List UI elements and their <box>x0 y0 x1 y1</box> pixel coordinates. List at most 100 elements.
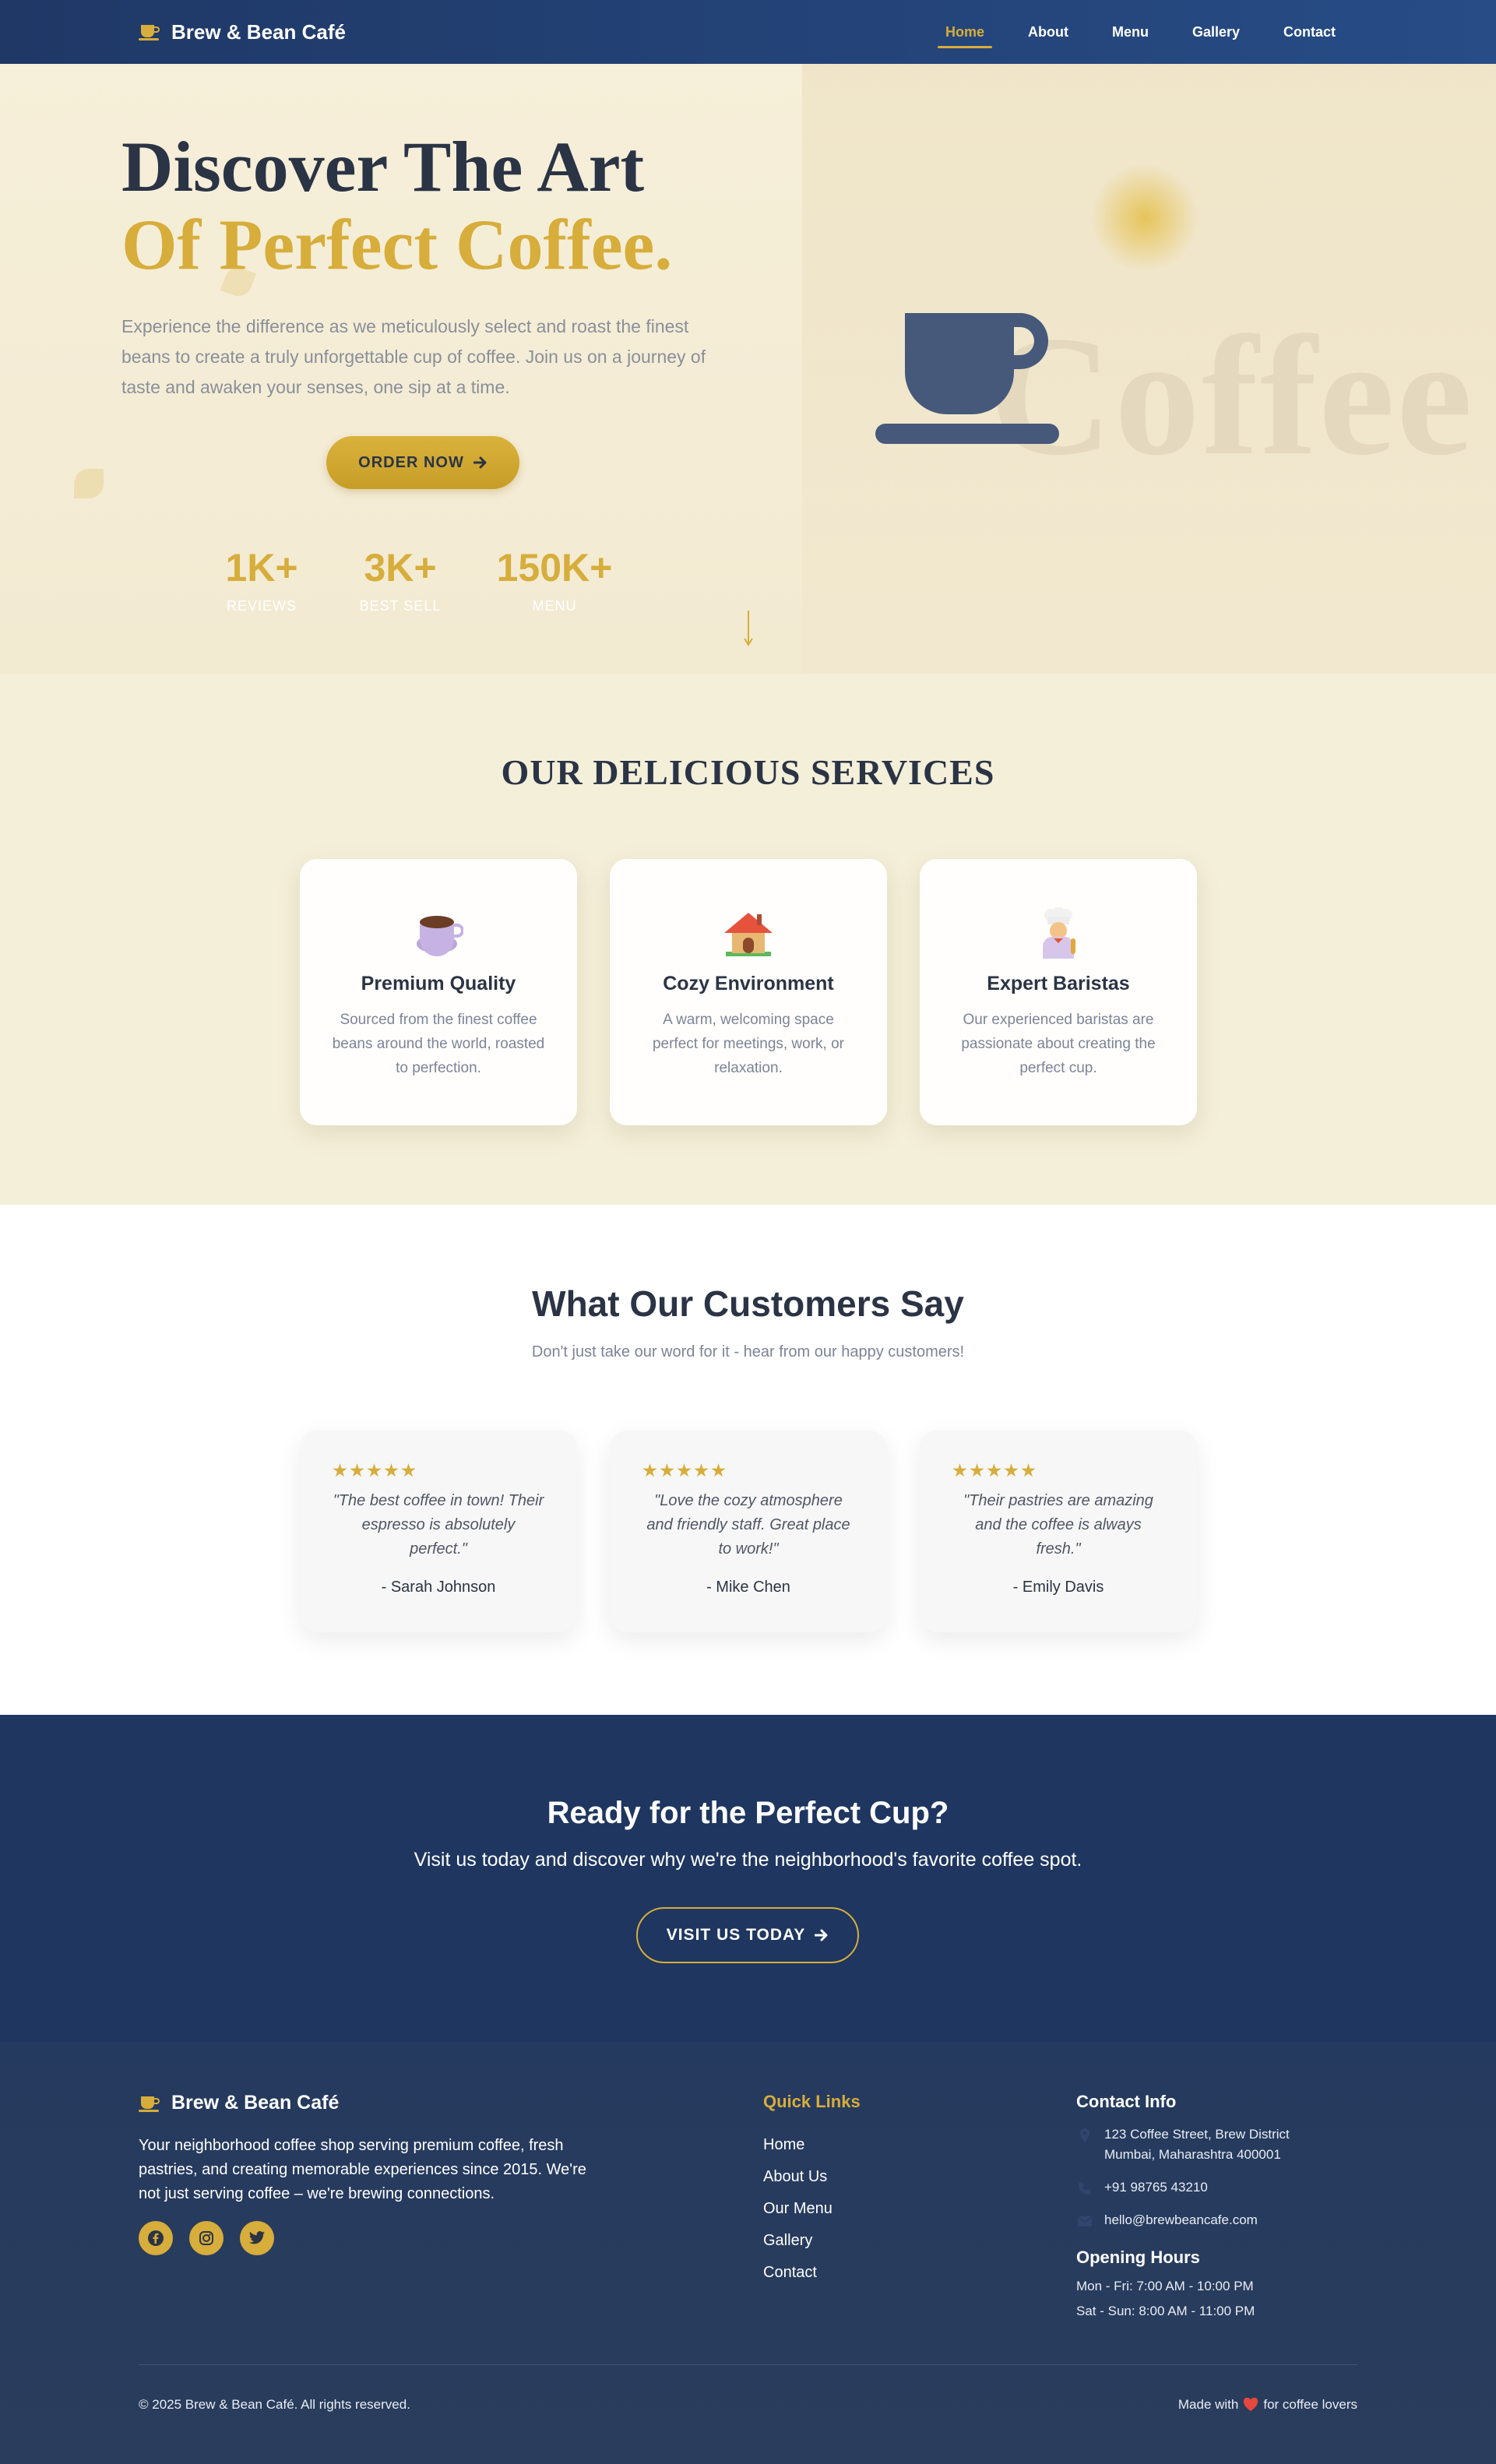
nav-link-gallery[interactable]: Gallery <box>1170 0 1262 64</box>
copyright-text: © 2025 Brew & Bean Café. All rights rese… <box>139 2397 410 2412</box>
heart-icon <box>1244 2398 1258 2411</box>
made-with-prefix: Made with <box>1177 2397 1239 2412</box>
service-card: Cozy Environment A warm, welcoming space… <box>610 859 887 1125</box>
service-title: Premium Quality <box>361 973 516 994</box>
visit-us-label: VISIT US TODAY <box>666 1926 806 1944</box>
hero-section: Coffee Discover The Art Of Perfect Coffe… <box>0 64 1496 674</box>
stat-label: REVIEWS <box>226 598 297 614</box>
brand-logo[interactable]: Brew & Bean Café <box>139 20 346 44</box>
nav-link-about[interactable]: About <box>1006 0 1090 64</box>
house-icon <box>724 913 773 956</box>
contact-info-column: Contact Info 123 Coffee Street, Brew Dis… <box>1076 2092 1372 2324</box>
footer-link-contact[interactable]: Contact <box>763 2257 861 2289</box>
phone-item[interactable]: +91 98765 43210 <box>1076 2177 1372 2198</box>
star-icon <box>1021 1463 1036 1477</box>
star-rating <box>642 1463 854 1478</box>
stat-label: MENU <box>532 598 577 614</box>
hero-stats: 1K+ REVIEWS 3K+ BEST SELL 150K+ MENU <box>192 545 640 614</box>
stat-label: BEST SELL <box>359 598 442 614</box>
stat-value: 3K+ <box>364 546 437 590</box>
testimonial-quote: "Love the cozy atmosphere and friendly s… <box>646 1492 850 1558</box>
footer-link-gallery[interactable]: Gallery <box>763 2225 861 2257</box>
coffee-cup-icon <box>139 2096 160 2112</box>
star-icon <box>333 1463 347 1477</box>
stat-value: 150K+ <box>496 546 613 590</box>
address-item: 123 Coffee Street, Brew District Mumbai, … <box>1076 2124 1372 2165</box>
service-title: Expert Baristas <box>987 973 1130 994</box>
footer-divider <box>139 2364 1357 2365</box>
top-navbar: Brew & Bean Café Home About Menu Gallery… <box>0 0 1496 64</box>
testimonial-card: "Love the cozy atmosphere and friendly s… <box>610 1431 887 1632</box>
testimonial-author: - Sarah Johnson <box>381 1579 496 1596</box>
star-icon <box>642 1463 657 1477</box>
stat-menu: 150K+ MENU <box>469 545 640 614</box>
star-icon <box>987 1463 1001 1477</box>
star-icon <box>677 1463 692 1477</box>
phone-text: +91 98765 43210 <box>1104 2180 1208 2195</box>
facebook-button[interactable] <box>139 2221 173 2255</box>
testimonial-author: - Mike Chen <box>706 1579 790 1596</box>
social-links <box>139 2221 274 2255</box>
star-icon <box>660 1463 674 1477</box>
star-icon <box>401 1463 416 1477</box>
site-footer: Brew & Bean Café Your neighborhood coffe… <box>0 2042 1496 2464</box>
footer-link-about[interactable]: About Us <box>763 2161 861 2193</box>
star-icon <box>694 1463 709 1477</box>
hero-title: Discover The Art Of Perfect Coffee. <box>121 128 672 283</box>
star-rating <box>952 1463 1164 1478</box>
phone-icon <box>1079 2182 1091 2195</box>
address-line2: Mumbai, Maharashtra 400001 <box>1104 2147 1281 2162</box>
service-card: Expert Baristas Our experienced baristas… <box>920 859 1197 1125</box>
services-title: OUR DELICIOUS SERVICES <box>501 752 995 792</box>
testimonial-card: "Their pastries are amazing and the coff… <box>920 1431 1197 1632</box>
cta-text: Visit us today and discover why we're th… <box>414 1849 1082 1871</box>
service-title: Cozy Environment <box>663 973 834 994</box>
instagram-icon <box>199 2231 213 2245</box>
location-pin-icon <box>1080 2128 1089 2142</box>
testimonials-subtitle: Don't just take our word for it - hear f… <box>531 1343 965 1360</box>
star-icon <box>970 1463 984 1477</box>
arrow-right-icon <box>815 1929 828 1941</box>
hours-weekends: Sat - Sun: 8:00 AM - 11:00 PM <box>1076 2304 1255 2318</box>
cta-title: Ready for the Perfect Cup? <box>547 1796 949 1830</box>
footer-brand[interactable]: Brew & Bean Café <box>139 2092 339 2114</box>
envelope-icon <box>1077 2216 1093 2226</box>
chef-icon <box>1043 907 1075 959</box>
star-icon <box>384 1463 399 1477</box>
services-section: OUR DELICIOUS SERVICES Premium Quality S… <box>0 674 1496 1205</box>
stat-best-sell: 3K+ BEST SELL <box>332 545 469 614</box>
twitter-button[interactable] <box>240 2221 274 2255</box>
footer-link-home[interactable]: Home <box>763 2129 861 2161</box>
hours-weekdays: Mon - Fri: 7:00 AM - 10:00 PM <box>1076 2279 1254 2293</box>
service-text: Sourced from the finest coffee beans aro… <box>332 1012 545 1076</box>
hero-title-line2: Of Perfect Coffee. <box>121 205 673 284</box>
order-now-label: ORDER NOW <box>358 453 464 471</box>
star-icon <box>367 1463 382 1477</box>
instagram-button[interactable] <box>189 2221 224 2255</box>
services-cards: Premium Quality Sourced from the finest … <box>300 859 1197 1125</box>
nav-link-contact[interactable]: Contact <box>1262 0 1357 64</box>
nav-link-home[interactable]: Home <box>924 0 1006 64</box>
footer-link-menu[interactable]: Our Menu <box>763 2193 861 2225</box>
quick-links-column: Quick Links Home About Us Our Menu Galle… <box>763 2092 861 2289</box>
hero-subtitle: Experience the difference as we meticulo… <box>121 316 706 397</box>
facebook-icon <box>148 2230 164 2246</box>
made-with-suffix: for coffee lovers <box>1263 2397 1357 2412</box>
testimonials-title: What Our Customers Say <box>532 1283 964 1324</box>
stat-value: 1K+ <box>225 546 298 590</box>
opening-hours-title: Opening Hours <box>1076 2248 1200 2267</box>
testimonial-quote: "Their pastries are amazing and the coff… <box>963 1492 1153 1558</box>
testimonial-quote: "The best coffee in town! Their espresso… <box>333 1492 544 1558</box>
quick-links-title: Quick Links <box>763 2092 861 2111</box>
star-icon <box>711 1463 726 1477</box>
service-text: A warm, welcoming space perfect for meet… <box>652 1012 845 1076</box>
star-rating <box>333 1463 544 1478</box>
star-icon <box>350 1463 364 1477</box>
visit-us-button[interactable]: VISIT US TODAY <box>636 1907 859 1963</box>
contact-info-title: Contact Info <box>1076 2092 1177 2111</box>
scroll-down-icon[interactable] <box>741 609 756 648</box>
email-item[interactable]: hello@brewbeancafe.com <box>1076 2210 1372 2230</box>
order-now-button[interactable]: ORDER NOW <box>326 436 519 489</box>
nav-link-menu[interactable]: Menu <box>1090 0 1170 64</box>
arrow-right-icon <box>473 456 487 469</box>
